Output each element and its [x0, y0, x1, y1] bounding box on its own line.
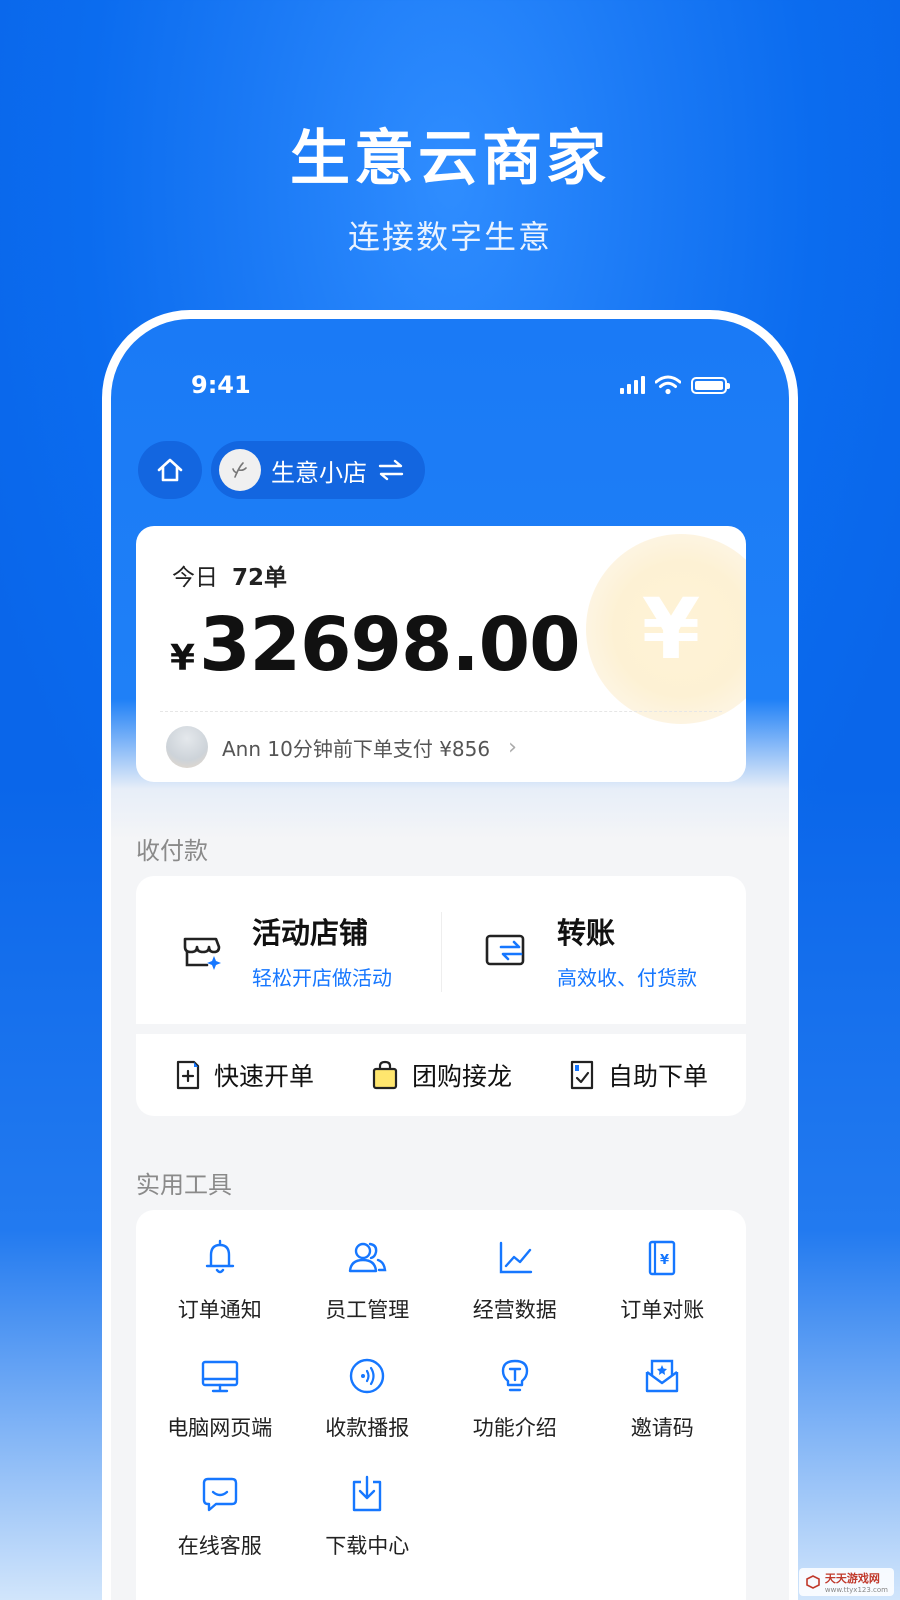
group-buy-label: 团购接龙	[411, 1062, 512, 1091]
activity-store-desc: 轻松开店做活动	[252, 965, 392, 990]
transfer-desc: 高效收、付货款	[557, 965, 697, 990]
quick-order-icon	[176, 1060, 200, 1090]
broadcast-icon	[350, 1358, 385, 1394]
svg-text:¥: ¥	[660, 1253, 669, 1268]
payments-card: 活动店铺 轻松开店做活动 转账 高效收、付货款 快速开单 团购接龙 自助下单	[136, 876, 746, 1116]
store-icon	[183, 937, 221, 970]
amount-value: 32698.00	[199, 602, 581, 688]
tool-label: 电脑网页端	[167, 1416, 273, 1440]
tool-label: 订单通知	[177, 1298, 262, 1322]
yuan-coin-icon: ¥	[586, 534, 746, 724]
self-order-label: 自助下单	[607, 1062, 708, 1091]
tool-reconciliation[interactable]: ¥ 订单对账	[589, 1236, 737, 1324]
store-switcher[interactable]: 生意小店	[211, 441, 425, 499]
tool-order-notice[interactable]: 订单通知	[146, 1236, 294, 1324]
tool-label: 订单对账	[620, 1298, 705, 1322]
hero-subtitle: 连接数字生意	[347, 218, 552, 256]
tools-section-title: 实用工具	[136, 1171, 232, 1199]
today-label: 今日	[172, 565, 218, 591]
chart-icon	[499, 1241, 532, 1274]
tool-label: 员工管理	[325, 1298, 410, 1322]
monitor-icon	[201, 1360, 238, 1393]
card-divider	[160, 711, 722, 712]
shopping-bag-icon	[372, 1060, 398, 1090]
group-buy-button[interactable]: 团购接龙	[370, 1057, 512, 1093]
today-orders: 今日 72单	[172, 558, 287, 592]
transfer-title: 转账	[557, 915, 616, 950]
quick-order-label: 快速开单	[213, 1062, 314, 1091]
self-order-icon	[570, 1060, 594, 1090]
watermark-url: www.ttyx123.com	[824, 1586, 888, 1594]
store-avatar	[219, 449, 261, 491]
chat-icon	[202, 1477, 237, 1512]
tool-payment-broadcast[interactable]: 收款播报	[294, 1354, 442, 1442]
customer-avatar	[166, 726, 208, 768]
watermark-logo-icon	[806, 1575, 820, 1589]
tool-label: 收款播报	[325, 1416, 410, 1440]
tool-label: 经营数据	[472, 1298, 557, 1322]
transfer-icon	[485, 934, 525, 966]
latest-activity-row[interactable]: Ann 10分钟前下单支付 ¥856 ›	[166, 726, 517, 768]
invite-icon	[646, 1359, 679, 1393]
home-icon	[157, 458, 183, 482]
phone-frame: 9:41 生意小店 ¥ 今日 72单 ¥ 32698.00 Ann 10分钟前下…	[102, 310, 798, 1600]
tool-label: 在线客服	[177, 1534, 262, 1558]
today-amount: ¥ 32698.00	[170, 602, 581, 688]
battery-icon	[691, 376, 730, 394]
tool-web-console[interactable]: 电脑网页端	[146, 1354, 294, 1442]
bulb-icon	[501, 1359, 528, 1392]
hero-title: 生意云商家	[290, 124, 610, 194]
self-order-button[interactable]: 自助下单	[568, 1057, 708, 1093]
tool-label: 邀请码	[630, 1416, 694, 1440]
store-name: 生意小店	[271, 458, 367, 487]
order-count: 72单	[232, 565, 288, 591]
payments-gap	[136, 1024, 746, 1034]
chevron-right-icon: ›	[508, 734, 517, 760]
tool-feature-intro[interactable]: 功能介绍	[441, 1354, 589, 1442]
tool-label: 功能介绍	[472, 1416, 557, 1440]
download-icon	[353, 1475, 382, 1512]
transfer-entry[interactable]: 转账 高效收、付货款	[441, 876, 746, 1024]
tool-staff[interactable]: 员工管理	[294, 1236, 442, 1324]
payments-divider	[441, 912, 442, 992]
quick-order-button[interactable]: 快速开单	[174, 1057, 314, 1093]
latest-activity-text: Ann 10分钟前下单支付 ¥856	[222, 736, 491, 761]
activity-store-title: 活动店铺	[252, 915, 369, 950]
switch-arrows-icon	[378, 459, 404, 481]
tool-label: 下载中心	[325, 1534, 410, 1558]
activity-store-entry[interactable]: 活动店铺 轻松开店做活动	[136, 876, 441, 1024]
staff-icon	[349, 1242, 387, 1273]
home-button[interactable]	[138, 441, 202, 499]
wifi-icon	[655, 375, 681, 395]
tools-card: 订单通知 员工管理 经营数据 ¥ 订单对账 电脑网页端 收款播报 功能介绍 邀请…	[136, 1210, 746, 1600]
status-time: 9:41	[191, 371, 251, 399]
tool-online-service[interactable]: 在线客服	[146, 1472, 294, 1560]
tool-business-data[interactable]: 经营数据	[441, 1236, 589, 1324]
tool-download-center[interactable]: 下载中心	[294, 1472, 442, 1560]
signal-icon	[620, 376, 645, 394]
payments-section-title: 收付款	[136, 837, 208, 865]
status-icons	[620, 375, 730, 395]
ledger-icon: ¥	[649, 1240, 676, 1276]
site-watermark: 天天游戏网 www.ttyx123.com	[798, 1568, 894, 1596]
tool-invite-code[interactable]: 邀请码	[589, 1354, 737, 1442]
watermark-text: 天天游戏网	[824, 1572, 880, 1585]
currency-symbol: ¥	[170, 638, 196, 679]
sales-summary-card[interactable]: ¥ 今日 72单 ¥ 32698.00 Ann 10分钟前下单支付 ¥856 ›	[136, 526, 746, 782]
bell-icon	[205, 1239, 234, 1274]
